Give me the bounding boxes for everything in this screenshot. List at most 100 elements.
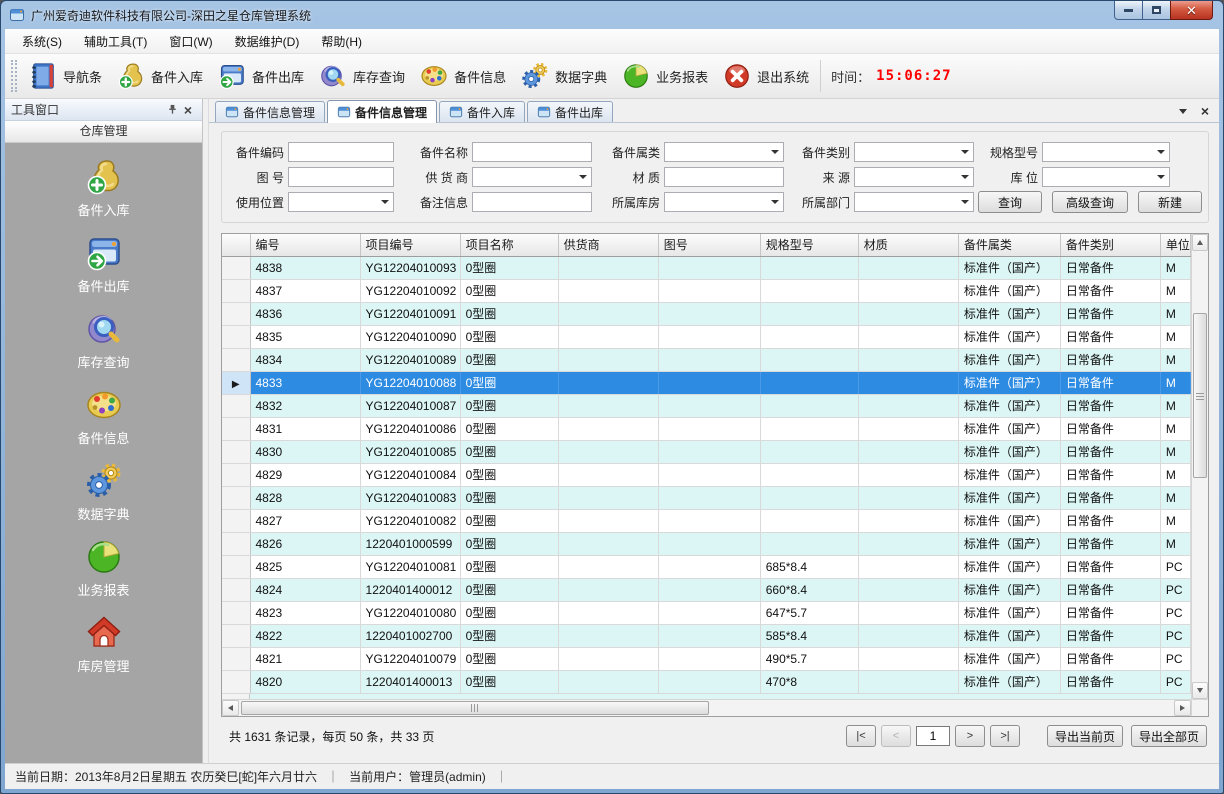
scroll-left-button[interactable] — [222, 700, 239, 716]
table-row[interactable]: ▶ 4831 YG12204010086 0型圈 — [222, 417, 1191, 440]
sidebar-item[interactable]: 业务报表 — [5, 529, 202, 605]
horizontal-scroll-track[interactable] — [239, 700, 1174, 716]
advanced-query-button[interactable]: 高级查询 — [1052, 191, 1128, 213]
sidebar-item[interactable]: 备件出库 — [5, 225, 202, 301]
table-header-cell[interactable]: 备件属类 — [958, 234, 1060, 256]
table-header-cell[interactable]: 备件类别 — [1060, 234, 1160, 256]
table-header-cell[interactable]: 项目编号 — [360, 234, 460, 256]
tab[interactable]: 备件入库 — [439, 101, 525, 122]
first-page-button[interactable]: |< — [846, 725, 876, 747]
table-row[interactable]: ▶ 4825 YG12204010081 0型圈 685*8.4 — [222, 555, 1191, 578]
use-position-select[interactable] — [288, 192, 394, 212]
remark-input[interactable] — [472, 192, 592, 212]
toolbar-button[interactable]: 备件信息 — [412, 58, 513, 94]
table-row[interactable]: ▶ 4838 YG12204010093 0型圈 — [222, 256, 1191, 279]
next-page-button[interactable]: > — [955, 725, 985, 747]
table-row[interactable]: ▶ 4834 YG12204010089 0型圈 — [222, 348, 1191, 371]
material-input[interactable] — [664, 167, 784, 187]
horizontal-scrollbar[interactable] — [222, 699, 1191, 716]
sidebar-item[interactable]: 备件入库 — [5, 149, 202, 225]
table-row[interactable]: ▶ 4823 YG12204010080 0型圈 647*5.7 — [222, 601, 1191, 624]
table-row[interactable]: ▶ 4827 YG12204010082 0型圈 — [222, 509, 1191, 532]
warehouse-select[interactable] — [664, 192, 784, 212]
toolbar-button[interactable]: 备件出库 — [210, 58, 311, 94]
toolbar-button[interactable]: 库存查询 — [311, 58, 412, 94]
department-select[interactable] — [854, 192, 974, 212]
close-button[interactable]: ✕ — [1170, 1, 1213, 20]
minimize-button[interactable] — [1114, 1, 1143, 20]
table-row[interactable]: ▶ 4820 1220401400013 0型圈 470*8 — [222, 670, 1191, 693]
unit-cell: PC — [1160, 555, 1190, 578]
table-header-cell[interactable]: 规格型号 — [760, 234, 858, 256]
spec-select[interactable] — [1042, 142, 1170, 162]
tab-close-button[interactable]: × — [1201, 104, 1209, 118]
part-class-select[interactable] — [664, 142, 784, 162]
source-select[interactable] — [854, 167, 974, 187]
horizontal-scroll-thumb[interactable] — [241, 701, 709, 715]
drawing-no-input[interactable] — [288, 167, 394, 187]
menu-item[interactable]: 辅助工具(T) — [73, 29, 158, 54]
toolbar-button[interactable]: 导航条 — [21, 58, 109, 94]
table-row[interactable]: ▶ 4826 1220401000599 0型圈 — [222, 532, 1191, 555]
table-row[interactable]: ▶ 4837 YG12204010092 0型圈 — [222, 279, 1191, 302]
new-button[interactable]: 新建 — [1138, 191, 1202, 213]
table-row[interactable]: ▶ 4822 1220401002700 0型圈 585*8.4 — [222, 624, 1191, 647]
toolbar-button[interactable]: 业务报表 — [614, 58, 715, 94]
maximize-button[interactable] — [1142, 1, 1171, 20]
part-name-input[interactable] — [472, 142, 592, 162]
table-header-cell[interactable]: 材质 — [858, 234, 958, 256]
toolbar-button[interactable]: 退出系统 — [715, 58, 816, 94]
menu-item[interactable]: 窗口(W) — [158, 29, 223, 54]
toolbar-button[interactable]: 数据字典 — [513, 58, 614, 94]
menu-item[interactable]: 帮助(H) — [310, 29, 373, 54]
vertical-scroll-track[interactable] — [1192, 251, 1208, 682]
sidebar-item[interactable]: 库房管理 — [5, 605, 202, 681]
table-header-cell[interactable] — [222, 234, 250, 256]
scroll-down-button[interactable] — [1192, 682, 1208, 699]
vertical-scroll-thumb[interactable] — [1193, 313, 1207, 478]
table-row[interactable]: ▶ 4824 1220401400012 0型圈 660*8.4 — [222, 578, 1191, 601]
menu-item[interactable]: 系统(S) — [11, 29, 73, 54]
tab[interactable]: 备件信息管理 — [327, 100, 437, 123]
tab-list-dropdown-icon[interactable] — [1179, 109, 1187, 114]
toolbar-button[interactable]: 备件入库 — [109, 58, 210, 94]
part-code-input[interactable] — [288, 142, 394, 162]
table-row[interactable]: ▶ 4835 YG12204010090 0型圈 — [222, 325, 1191, 348]
menu-item[interactable]: 数据维护(D) — [224, 29, 311, 54]
toolbar-drag-handle-icon[interactable] — [11, 60, 17, 92]
query-button[interactable]: 查询 — [978, 191, 1042, 213]
scroll-up-button[interactable] — [1192, 234, 1208, 251]
spec-cell: 685*8.4 — [760, 555, 858, 578]
table-header-cell[interactable]: 供货商 — [558, 234, 658, 256]
sidebar-item[interactable]: 备件信息 — [5, 377, 202, 453]
table-header-cell[interactable]: 图号 — [658, 234, 760, 256]
table-header-cell[interactable]: 项目名称 — [460, 234, 558, 256]
table-row[interactable]: ▶ 4830 YG12204010085 0型圈 — [222, 440, 1191, 463]
table-row[interactable]: ▶ 4832 YG12204010087 0型圈 — [222, 394, 1191, 417]
supplier-select[interactable] — [472, 167, 592, 187]
last-page-button[interactable]: >| — [990, 725, 1020, 747]
prev-page-button[interactable]: < — [881, 725, 911, 747]
sidebar-item[interactable]: 库存查询 — [5, 301, 202, 377]
part-category-select[interactable] — [854, 142, 974, 162]
export-all-pages-button[interactable]: 导出全部页 — [1131, 725, 1207, 747]
page-number-input[interactable] — [916, 726, 950, 746]
table-row[interactable]: ▶ 4828 YG12204010083 0型圈 — [222, 486, 1191, 509]
table-header-cell[interactable]: 编号 — [250, 234, 360, 256]
table-header-cell[interactable]: 单位 — [1160, 234, 1190, 256]
table-row[interactable]: ▶ 4829 YG12204010084 0型圈 — [222, 463, 1191, 486]
vertical-scrollbar[interactable] — [1191, 234, 1208, 699]
scroll-right-button[interactable] — [1174, 700, 1191, 716]
tab[interactable]: 备件出库 — [527, 101, 613, 122]
pin-button[interactable] — [164, 102, 180, 118]
export-current-page-button[interactable]: 导出当前页 — [1047, 725, 1123, 747]
tab[interactable]: 备件信息管理 — [215, 101, 325, 122]
table-row[interactable]: ▶ 4836 YG12204010091 0型圈 — [222, 302, 1191, 325]
tool-window-close-button[interactable]: × — [180, 102, 196, 118]
sidebar-item[interactable]: 数据字典 — [5, 453, 202, 529]
table-row[interactable]: ▶ 4833 YG12204010088 0型圈 — [222, 371, 1191, 394]
table-row[interactable]: ▶ 4821 YG12204010079 0型圈 490*5.7 — [222, 647, 1191, 670]
project-no-cell: 1220401002700 — [360, 624, 460, 647]
material-cell — [858, 647, 958, 670]
location-select[interactable] — [1042, 167, 1170, 187]
